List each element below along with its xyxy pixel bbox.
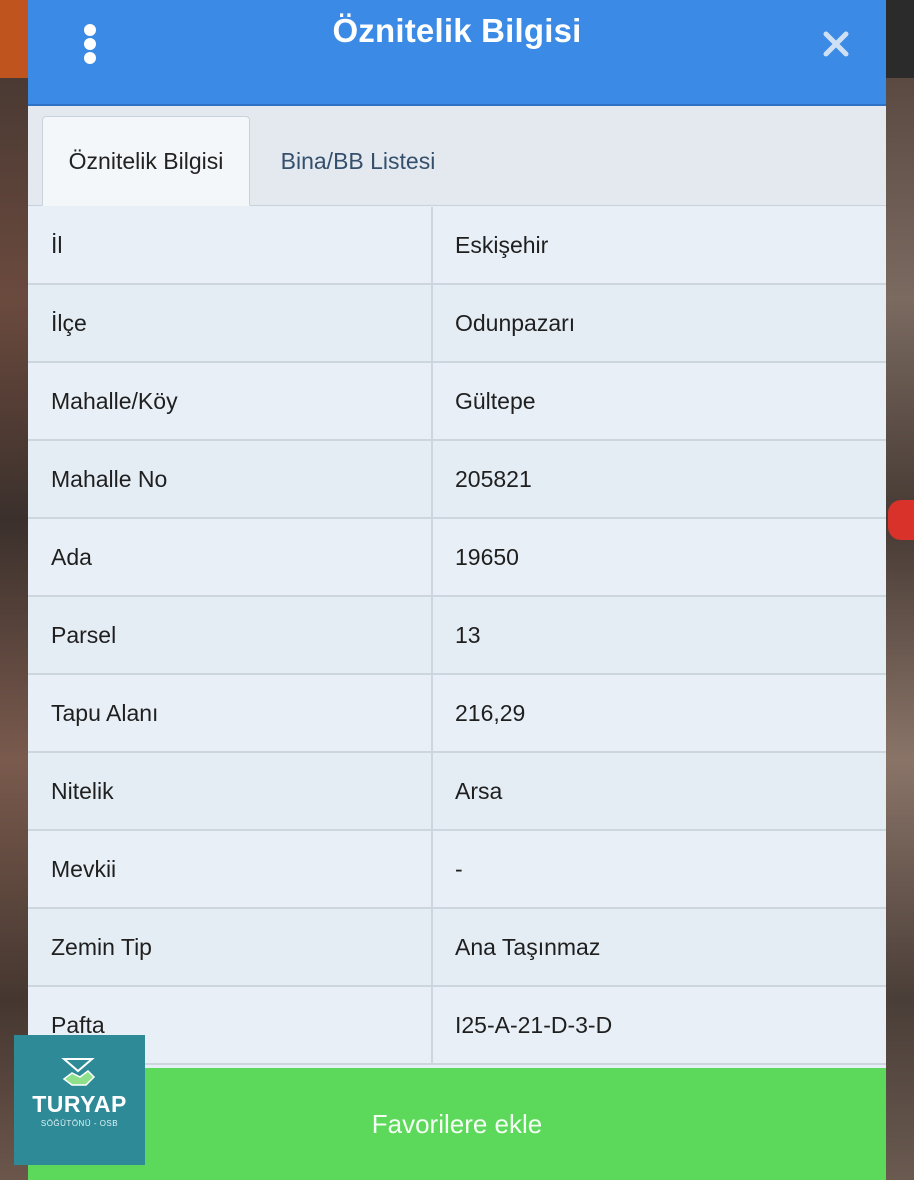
- table-row: Tapu Alanı 216,29: [28, 675, 886, 753]
- table-row: Ada 19650: [28, 519, 886, 597]
- add-to-favorites-button[interactable]: Favorilere ekle: [28, 1068, 886, 1180]
- panel-header: Öznitelik Bilgisi: [28, 0, 886, 106]
- table-row: Pafta I25-A-21-D-3-D: [28, 987, 886, 1065]
- logo-name: TURYAP: [32, 1091, 127, 1117]
- row-value: Odunpazarı: [455, 309, 576, 336]
- map-background-right: [884, 0, 914, 1180]
- row-key: Nitelik: [28, 753, 433, 829]
- table-row: Zemin Tip Ana Taşınmaz: [28, 909, 886, 987]
- attribute-table: İl Eskişehir İlçe Odunpazarı Mahalle/Köy…: [28, 207, 886, 1065]
- table-row: Mahalle/Köy Gültepe: [28, 363, 886, 441]
- row-key: Mahalle/Köy: [28, 363, 433, 439]
- row-value: I25-A-21-D-3-D: [455, 1011, 613, 1038]
- row-value: Gültepe: [455, 387, 536, 414]
- map-marker: [888, 500, 914, 540]
- row-value: 216,29: [455, 699, 526, 726]
- table-row: Nitelik Arsa: [28, 753, 886, 831]
- row-value: 205821: [455, 465, 532, 492]
- row-value: -: [455, 855, 463, 882]
- row-key: İlçe: [28, 285, 433, 361]
- attribute-panel: Öznitelik Bilgisi Öznitelik Bilgisi Bina…: [28, 0, 886, 1180]
- row-key: Zemin Tip: [28, 909, 433, 985]
- row-key: Parsel: [28, 597, 433, 673]
- row-key: İl: [28, 207, 433, 283]
- logo-subtitle: SÖĞÜTÖNÜ - OSB: [40, 1119, 119, 1128]
- row-value: Ana Taşınmaz: [455, 933, 601, 960]
- tab-attribute-info[interactable]: Öznitelik Bilgisi: [42, 116, 250, 206]
- row-value: Eskişehir: [455, 231, 549, 258]
- panel-title: Öznitelik Bilgisi: [332, 12, 582, 49]
- turyap-logo: TURYAP SÖĞÜTÖNÜ - OSB: [14, 1035, 145, 1165]
- row-key: Mahalle No: [28, 441, 433, 517]
- close-icon[interactable]: [820, 28, 852, 60]
- row-value: 13: [455, 621, 481, 648]
- row-value: Arsa: [455, 777, 503, 804]
- tab-building-list[interactable]: Bina/BB Listesi: [258, 116, 458, 206]
- table-row: İlçe Odunpazarı: [28, 285, 886, 363]
- table-row: İl Eskişehir: [28, 207, 886, 285]
- map-background-left: [0, 0, 30, 1180]
- row-value: 19650: [455, 543, 519, 570]
- row-key: Mevkii: [28, 831, 433, 907]
- tab-bar: Öznitelik Bilgisi Bina/BB Listesi: [28, 106, 886, 206]
- table-row: Mevkii -: [28, 831, 886, 909]
- table-row: Parsel 13: [28, 597, 886, 675]
- row-key: Ada: [28, 519, 433, 595]
- table-row: Mahalle No 205821: [28, 441, 886, 519]
- row-key: Tapu Alanı: [28, 675, 433, 751]
- handshake-house-icon: [58, 1055, 98, 1095]
